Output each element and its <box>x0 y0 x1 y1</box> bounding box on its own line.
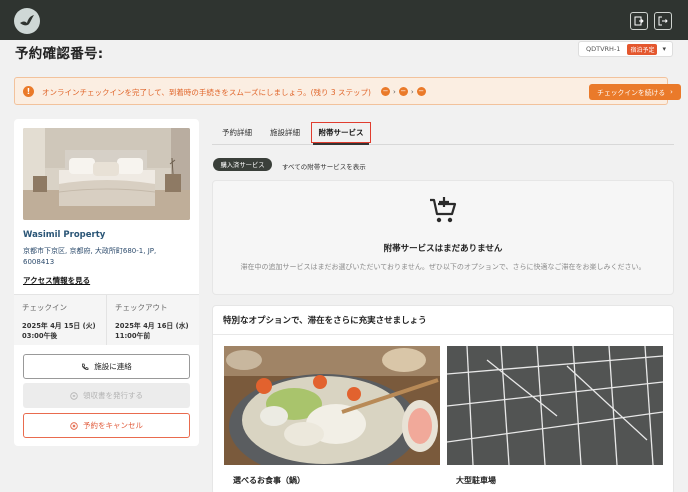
option-card-parking[interactable] <box>447 346 663 465</box>
export-icon[interactable] <box>630 12 648 30</box>
empty-state-title: 附帯サービスはまだありません <box>383 244 503 254</box>
continue-checkin-button[interactable]: チェックインを続ける › <box>589 84 681 100</box>
cancel-reservation-button[interactable]: 予約をキャンセル <box>23 413 190 438</box>
option-card-hot-pot[interactable] <box>224 346 440 465</box>
checkin-time: 03:00午後 <box>22 332 58 340</box>
chevron-down-icon: ▾ <box>662 45 666 53</box>
option-name-parking: 大型駐車場 <box>456 476 496 485</box>
booking-code: QDTVRH-1 <box>586 45 621 53</box>
step-separator: › <box>393 87 396 96</box>
contact-property-label: 施設に連絡 <box>94 362 132 371</box>
divider <box>213 334 673 335</box>
tab-ancillary-services[interactable]: 附帯サービス <box>311 122 371 143</box>
special-options-title: 特別なオプションで、滞在をさらに充実させましょう <box>223 316 427 326</box>
property-name: Wasimil Property <box>23 230 106 240</box>
issue-receipt-label: 領収書を発行する <box>83 391 143 400</box>
active-tab-indicator <box>313 143 369 145</box>
empty-state-description: 滞在中の追加サービスはまだお選びいただいておりません。ぜひ以下のオプションで、さ… <box>240 263 646 271</box>
checkin-steps: − › − › − <box>381 87 426 96</box>
step-indicator-2: − <box>398 87 408 96</box>
empty-services-card: 附帯サービスはまだありません 滞在中の追加サービスはまだお選びいただいておりませ… <box>212 180 674 295</box>
step-indicator-1: − <box>381 87 390 96</box>
special-options-card: 特別なオプションで、滞在をさらに充実させましょう 選べるお食事（鍋） 大型駐車場 <box>212 305 674 492</box>
notice-text: オンラインチェックインを完了して、到着時の手続きをスムーズにしましょう。(残り … <box>42 88 371 97</box>
stay-dates: チェックイン 2025年 4月 15日 (火) 03:00午後 チェックアウト … <box>14 295 199 345</box>
checkout-time: 11:00午前 <box>115 332 151 340</box>
checkin-notice-banner: ! オンラインチェックインを完了して、到着時の手続きをスムーズにしましょう。(残… <box>14 77 681 105</box>
chevron-right-icon: › <box>670 88 673 96</box>
top-navigation-bar <box>0 0 688 40</box>
checkout-date: 2025年 4月 16日 (水) <box>115 322 189 330</box>
checkin-date: 2025年 4月 15日 (火) <box>22 322 96 330</box>
cancel-reservation-label: 予約をキャンセル <box>83 421 143 430</box>
page-title: 予約確認番号: <box>15 46 104 62</box>
logout-icon[interactable] <box>654 12 672 30</box>
checkout-label: チェックアウト <box>115 303 168 312</box>
info-icon: ! <box>23 86 34 97</box>
property-address: 京都市下京区, 京都府, 大政所町680-1, JP, 6008413 <box>23 247 157 266</box>
issue-receipt-button[interactable]: 領収書を発行する <box>23 383 190 408</box>
bird-logo-icon[interactable] <box>14 8 40 34</box>
step-separator: › <box>410 87 414 96</box>
filter-all-services[interactable]: すべての附帯サービスを表示 <box>282 161 366 171</box>
checkin-column: チェックイン 2025年 4月 15日 (火) 03:00午後 <box>14 295 106 345</box>
status-badge: 宿泊予定 <box>627 43 658 55</box>
checkout-column: チェックアウト 2025年 4月 16日 (水) 11:00午前 <box>106 295 198 345</box>
tab-reservation-details[interactable]: 予約詳細 <box>222 127 252 138</box>
continue-checkin-label: チェックインを続ける <box>597 89 666 97</box>
option-name-hot-pot: 選べるお食事（鍋） <box>233 476 305 485</box>
detail-tabs: 予約詳細 施設詳細 附帯サービス <box>212 122 674 145</box>
access-info-link[interactable]: アクセス情報を見る <box>23 275 90 286</box>
booking-selector[interactable]: QDTVRH-1 宿泊予定 ▾ <box>578 41 673 57</box>
cart-add-icon <box>428 195 458 227</box>
step-indicator-3: − <box>416 87 426 96</box>
checkin-label: チェックイン <box>22 303 67 312</box>
property-card: Wasimil Property 京都市下京区, 京都府, 大政所町680-1,… <box>14 119 199 446</box>
tab-property-details[interactable]: 施設詳細 <box>270 127 300 138</box>
phone-icon <box>82 363 89 370</box>
filter-purchased-services[interactable]: 購入済サービス <box>213 158 272 171</box>
property-photo <box>23 128 190 220</box>
receipt-icon <box>70 391 78 400</box>
cancel-circle-icon <box>70 421 78 430</box>
contact-property-button[interactable]: 施設に連絡 <box>23 354 190 379</box>
